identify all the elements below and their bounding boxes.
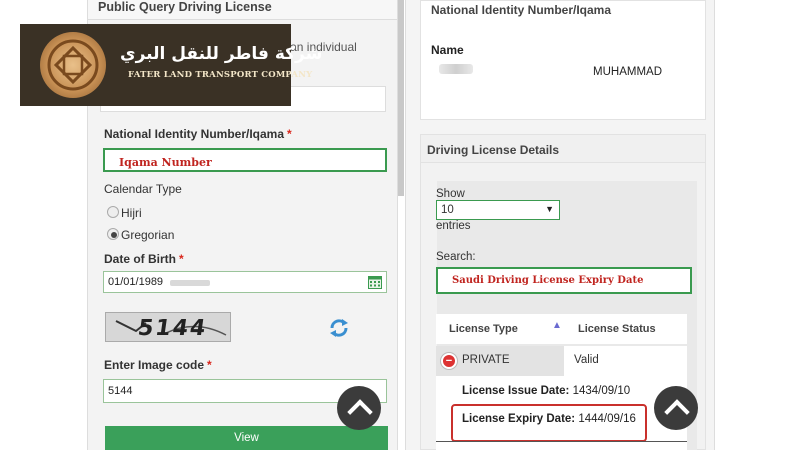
dob-label-text: Date of Birth xyxy=(104,252,176,266)
refresh-icon[interactable] xyxy=(328,317,350,339)
search-label: Search: xyxy=(436,251,476,263)
name-label: Name xyxy=(431,43,464,57)
image-code-label: Enter Image code * xyxy=(104,358,212,372)
required-mark: * xyxy=(179,252,184,266)
scroll-top-button-right[interactable] xyxy=(654,386,698,430)
page: Public Query Driving License This servic… xyxy=(0,0,800,450)
radio-gregorian[interactable] xyxy=(107,228,119,240)
id-input[interactable]: Iqama Number xyxy=(103,148,387,172)
issue-date-line: License Issue Date: 1434/09/10 xyxy=(462,385,630,397)
search-input[interactable]: Saudi Driving License Expiry Date xyxy=(436,267,692,294)
required-mark: * xyxy=(287,127,292,141)
id-label-text: National Identity Number/Iqama xyxy=(104,127,285,141)
required-mark: * xyxy=(207,358,212,372)
entries-label: entries xyxy=(436,220,471,232)
id-label: National Identity Number/Iqama * xyxy=(104,127,292,141)
query-form-header: Public Query Driving License xyxy=(88,0,397,20)
license-details-title: Driving License Details xyxy=(427,143,560,157)
radio-gregorian-label: Gregorian xyxy=(121,228,175,242)
left-scrollbar[interactable] xyxy=(398,0,404,196)
id-input-value: Iqama Number xyxy=(119,156,212,169)
issue-date-value: 1434/09/10 xyxy=(572,385,631,397)
table-bottom-border xyxy=(436,441,687,442)
scroll-top-button-left[interactable] xyxy=(337,386,381,430)
license-type-value: PRIVATE xyxy=(462,354,510,366)
radio-hijri[interactable] xyxy=(107,206,119,218)
column-license-type[interactable]: License Type xyxy=(449,323,518,335)
entries-select[interactable]: 10 ▼ xyxy=(436,200,560,220)
image-code-label-text: Enter Image code xyxy=(104,358,205,372)
logo-english-name: FATER LAND TRANSPORT COMPANY xyxy=(128,70,313,80)
table-row[interactable]: − PRIVATE Valid xyxy=(436,346,687,376)
search-input-value: Saudi Driving License Expiry Date xyxy=(452,275,644,286)
show-label: Show xyxy=(436,188,465,200)
sort-asc-icon[interactable]: ▲ xyxy=(552,320,562,331)
dob-input-value: 01/01/1989 xyxy=(108,276,164,288)
collapse-row-icon[interactable]: − xyxy=(441,353,457,369)
license-details-header: Driving License Details xyxy=(421,135,705,163)
column-license-status[interactable]: License Status xyxy=(578,323,656,335)
name-redacted xyxy=(439,64,473,74)
view-button[interactable]: View xyxy=(105,426,388,450)
name-value: MUHAMMAD xyxy=(593,66,662,78)
identity-title: National Identity Number/Iqama xyxy=(431,3,612,17)
radio-hijri-label: Hijri xyxy=(121,206,142,220)
image-code-value: 5144 xyxy=(108,385,133,397)
logo-emblem-icon xyxy=(47,39,99,91)
query-form-title: Public Query Driving License xyxy=(98,0,272,14)
dob-redacted xyxy=(170,280,210,286)
calendar-label: Calendar Type xyxy=(104,182,182,196)
dob-label: Date of Birth * xyxy=(104,252,184,266)
table-header: License Type ▲ License Status xyxy=(436,314,687,344)
chevron-down-icon: ▼ xyxy=(545,204,554,214)
issue-date-label: License Issue Date: xyxy=(462,385,570,397)
logo-arabic-name: شركة فاطر للنقل البري xyxy=(120,44,323,64)
identity-box: National Identity Number/Iqama Name MUHA… xyxy=(420,0,706,120)
captcha-image: 5144 xyxy=(105,312,231,342)
logo-emblem xyxy=(40,32,106,98)
company-logo: شركة فاطر للنقل البري FATER LAND TRANSPO… xyxy=(20,24,322,106)
expiry-highlight xyxy=(451,404,647,442)
dob-input[interactable]: 01/01/1989 xyxy=(103,271,387,293)
entries-select-value: 10 xyxy=(441,204,454,216)
license-status-value: Valid xyxy=(574,354,599,366)
captcha-text: 5144 xyxy=(136,316,209,341)
calendar-icon[interactable] xyxy=(368,275,382,289)
